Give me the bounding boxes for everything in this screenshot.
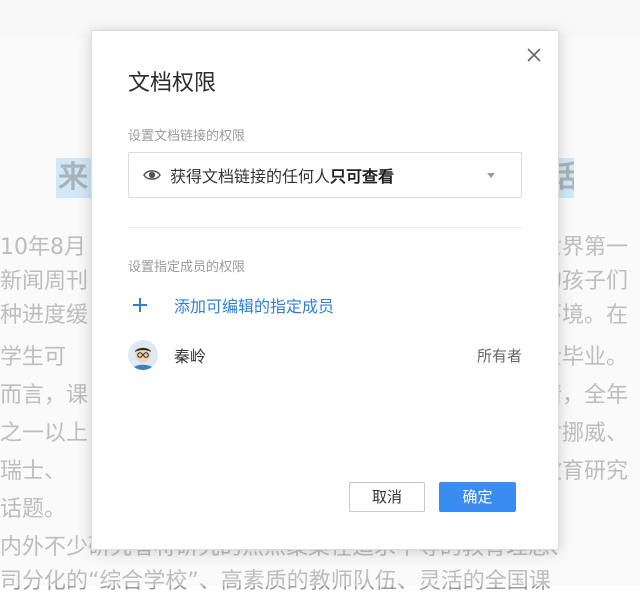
section-divider: [128, 227, 522, 228]
cancel-button[interactable]: 取消: [349, 482, 425, 512]
link-permission-select[interactable]: 获得文档链接的任何人只可查看: [128, 152, 522, 198]
link-permission-value: 获得文档链接的任何人只可查看: [170, 163, 394, 187]
avatar: [128, 340, 158, 370]
add-member-button[interactable]: 添加可编辑的指定成员: [132, 293, 334, 317]
link-permission-prefix: 获得文档链接的任何人: [170, 167, 331, 186]
dialog-title: 文档权限: [128, 71, 217, 96]
link-section-label: 设置文档链接的权限: [128, 129, 246, 144]
close-icon[interactable]: [523, 44, 545, 66]
member-role: 所有者: [476, 346, 522, 365]
plus-icon: [132, 293, 154, 317]
member-name: 秦岭: [174, 347, 207, 366]
chevron-down-icon: [487, 173, 495, 178]
link-permission-emphasis: 只可查看: [330, 167, 395, 186]
permissions-dialog: 文档权限 设置文档链接的权限 获得文档链接的任何人只可查看 设置指定成员的权限 …: [91, 30, 559, 550]
member-row: 秦岭 所有者: [128, 339, 522, 371]
confirm-button[interactable]: 确定: [439, 482, 516, 512]
members-section-label: 设置指定成员的权限: [128, 260, 246, 275]
eye-icon: [143, 166, 161, 184]
add-member-label: 添加可编辑的指定成员: [174, 297, 335, 316]
